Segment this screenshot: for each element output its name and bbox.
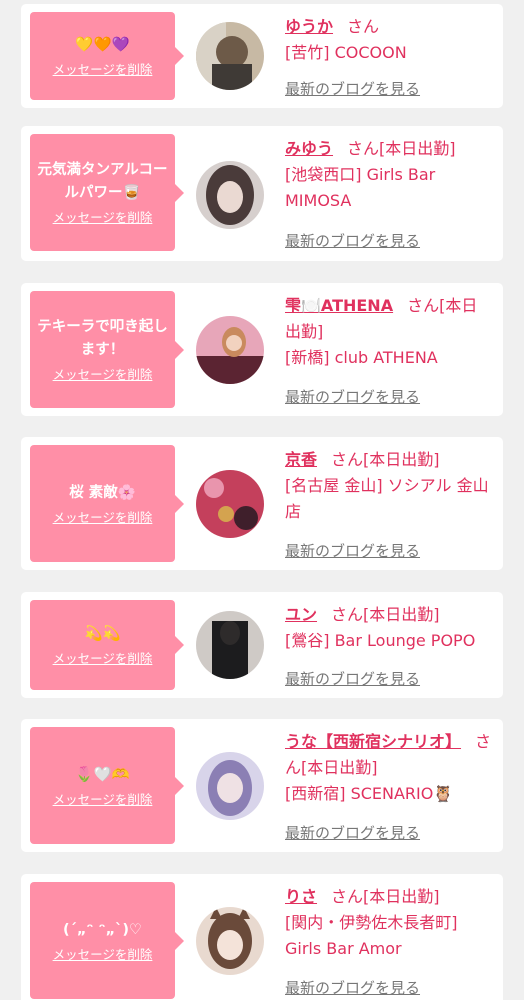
honorific: さん [347, 17, 380, 36]
avatar-photo [196, 316, 264, 384]
avatar-photo [196, 161, 264, 229]
message-text: 元気満タンアルコールパワー🥃 [37, 162, 168, 201]
message-bubble: 元気満タンアルコールパワー🥃 メッセージを削除 [30, 134, 184, 251]
delete-message-link[interactable]: メッセージを削除 [53, 62, 153, 78]
message-bubble: 💛🧡💜 メッセージを削除 [30, 12, 184, 100]
shop-name: [西新宿] SCENARIO🦉 [285, 784, 454, 803]
delete-message-link[interactable]: メッセージを削除 [53, 947, 153, 963]
list-item: テキーラで叩き起します！ メッセージを削除 雫🍽️ATHENA さん[本日出勤] … [21, 283, 503, 416]
message-text: 💛🧡💜 [75, 37, 130, 53]
cast-info: りさ さん[本日出勤] [関内・伊勢佐木長者町] Girls Bar Amor [285, 884, 493, 962]
avatar[interactable] [196, 161, 264, 229]
delete-message-link[interactable]: メッセージを削除 [53, 651, 153, 667]
avatar[interactable] [196, 611, 264, 679]
message-text: テキーラで叩き起します！ [37, 319, 168, 358]
cast-name-link[interactable]: 雫🍽️ATHENA [285, 296, 393, 315]
latest-blog-link[interactable]: 最新のブログを見る [285, 230, 420, 251]
delete-message-link[interactable]: メッセージを削除 [53, 792, 153, 808]
list-item: 桜 素敵🌸 メッセージを削除 京香 さん[本日出勤] [名古屋 金山] ソシアル … [21, 437, 503, 570]
cast-info: 雫🍽️ATHENA さん[本日出勤] [新橋] club ATHENA [285, 293, 493, 371]
message-text: 🌷🤍🫶 [75, 766, 130, 783]
cast-info: みゆう さん[本日出勤] [池袋西口] Girls Bar MIMOSA [285, 136, 493, 214]
cast-message-list: 💛🧡💜 メッセージを削除 ゆうか さん [苦竹] COCOON 最新のブログを見る… [0, 0, 524, 1000]
status-badge: [本日出勤] [379, 139, 456, 158]
cast-info: ゆうか さん [苦竹] COCOON [285, 14, 493, 66]
honorific: さん [331, 450, 364, 469]
cast-name-link[interactable]: りさ [285, 887, 317, 906]
shop-name: [新橋] club ATHENA [285, 348, 438, 367]
message-bubble: 🌷🤍🫶 メッセージを削除 [30, 727, 184, 844]
delete-message-link[interactable]: メッセージを削除 [53, 367, 153, 383]
cast-name-link[interactable]: ユン [285, 605, 317, 624]
delete-message-link[interactable]: メッセージを削除 [53, 210, 153, 226]
honorific: さん [347, 139, 380, 158]
status-badge: [本日出勤] [363, 887, 440, 906]
list-item: (´„ᵔ ᵔ„`)♡ メッセージを削除 りさ さん[本日出勤] [関内・伊勢佐木長… [21, 874, 503, 1000]
avatar-photo [196, 470, 264, 538]
avatar-photo [196, 752, 264, 820]
latest-blog-link[interactable]: 最新のブログを見る [285, 822, 420, 843]
avatar[interactable] [196, 470, 264, 538]
message-bubble: テキーラで叩き起します！ メッセージを削除 [30, 291, 184, 408]
shop-name: [名古屋 金山] ソシアル 金山店 [285, 476, 489, 521]
cast-info: 京香 さん[本日出勤] [名古屋 金山] ソシアル 金山店 [285, 447, 493, 525]
latest-blog-link[interactable]: 最新のブログを見る [285, 668, 420, 689]
cast-name-link[interactable]: うな【西新宿シナリオ】 [285, 732, 461, 751]
honorific: さん [331, 887, 364, 906]
cast-name-link[interactable]: 京香 [285, 450, 317, 469]
cast-name-link[interactable]: みゆう [285, 139, 333, 158]
honorific: さん [407, 296, 440, 315]
status-badge: [本日出勤] [363, 605, 440, 624]
status-badge: [本日出勤] [301, 758, 378, 777]
shop-name: [池袋西口] Girls Bar MIMOSA [285, 165, 436, 210]
avatar[interactable] [196, 22, 264, 90]
avatar[interactable] [196, 752, 264, 820]
message-text: (´„ᵔ ᵔ„`)♡ [62, 921, 142, 938]
list-item: 元気満タンアルコールパワー🥃 メッセージを削除 みゆう さん[本日出勤] [池袋西… [21, 126, 503, 261]
latest-blog-link[interactable]: 最新のブログを見る [285, 977, 420, 998]
message-bubble: 💫💫 メッセージを削除 [30, 600, 184, 690]
status-badge: [本日出勤] [363, 450, 440, 469]
cast-info: うな【西新宿シナリオ】 さん[本日出勤] [西新宿] SCENARIO🦉 [285, 729, 493, 807]
message-bubble: (´„ᵔ ᵔ„`)♡ メッセージを削除 [30, 882, 184, 999]
list-item: 🌷🤍🫶 メッセージを削除 うな【西新宿シナリオ】 さん[本日出勤] [西新宿] S… [21, 719, 503, 852]
list-item: 💛🧡💜 メッセージを削除 ゆうか さん [苦竹] COCOON 最新のブログを見る [21, 4, 503, 108]
message-text: 桜 素敵🌸 [69, 484, 136, 501]
shop-name: [関内・伊勢佐木長者町] Girls Bar Amor [285, 913, 458, 958]
cast-info: ユン さん[本日出勤] [鶯谷] Bar Lounge POPO [285, 602, 493, 654]
shop-name: [苦竹] COCOON [285, 43, 407, 62]
message-bubble: 桜 素敵🌸 メッセージを削除 [30, 445, 184, 562]
avatar-photo [196, 907, 264, 975]
latest-blog-link[interactable]: 最新のブログを見る [285, 78, 420, 99]
avatar-photo [196, 611, 264, 679]
message-text: 💫💫 [84, 626, 121, 642]
avatar[interactable] [196, 316, 264, 384]
shop-name: [鶯谷] Bar Lounge POPO [285, 631, 476, 650]
list-item: 💫💫 メッセージを削除 ユン さん[本日出勤] [鶯谷] Bar Lounge P… [21, 592, 503, 698]
delete-message-link[interactable]: メッセージを削除 [53, 510, 153, 526]
honorific: さん [331, 605, 364, 624]
latest-blog-link[interactable]: 最新のブログを見る [285, 386, 420, 407]
latest-blog-link[interactable]: 最新のブログを見る [285, 540, 420, 561]
cast-name-link[interactable]: ゆうか [285, 17, 333, 36]
avatar-photo [196, 22, 264, 90]
avatar[interactable] [196, 907, 264, 975]
